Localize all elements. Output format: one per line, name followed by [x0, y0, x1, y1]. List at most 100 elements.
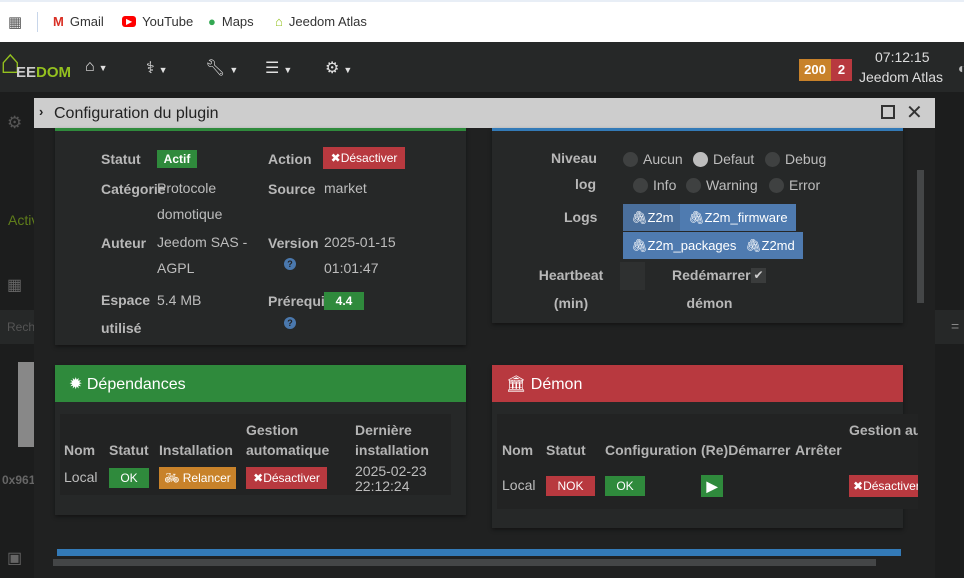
- daemon-status-badge: NOK: [546, 476, 595, 496]
- column-header: Installation: [159, 442, 233, 458]
- home-icon: ⌂: [85, 58, 95, 75]
- start-daemon-button[interactable]: ▶: [701, 475, 723, 497]
- paperclip-icon: 🖇︎: [745, 238, 762, 253]
- action-label: Action: [268, 151, 312, 167]
- heartbeat-input[interactable]: [620, 262, 645, 290]
- log-button-z2m[interactable]: 🖇︎Z2m: [623, 204, 682, 231]
- help-icon[interactable]: ?: [284, 317, 296, 329]
- cog-icon: ✹: [69, 376, 87, 393]
- modal-title: Configuration du plugin: [54, 105, 219, 122]
- column-header: Arrêter: [795, 442, 842, 458]
- close-icon: ✖: [330, 151, 341, 165]
- heartbeat-label: Heartbeat (min): [538, 267, 604, 311]
- device-image: [18, 362, 34, 447]
- wrench-icon: 🔧︎: [205, 60, 226, 77]
- niveau-log-label: Niveau log: [551, 150, 597, 192]
- log-level-defaut[interactable]: Defaut: [693, 151, 754, 167]
- dependencies-panel: ✹ Dépendances Nom Statut Installation Ge…: [55, 365, 466, 515]
- tools-menu[interactable]: 🔧︎ ▼: [205, 58, 238, 78]
- close-icon: ✖: [253, 471, 264, 485]
- log-config-panel: Niveau log Aucun Defaut Debug Info Warni…: [492, 128, 903, 323]
- plugins-menu[interactable]: ☰ ▼: [265, 58, 292, 78]
- column-header: Gestion automatique: [849, 422, 918, 438]
- top-navbar: ⌂ EEDOM ⌂ ▼ ⚕ ▼ 🔧︎ ▼ ☰ ▼ ⚙ ▼ 200 2 07:12:15 J…: [0, 42, 964, 92]
- dep-name: Local: [64, 469, 98, 485]
- bookmark-label: Jeedom Atlas: [288, 14, 367, 29]
- bookmark-jeedom[interactable]: ⌂ Jeedom Atlas: [275, 14, 367, 29]
- plugin-config-modal: › Configuration du plugin ✕ Statut Actif…: [34, 98, 935, 578]
- log-level-info[interactable]: Info: [633, 177, 676, 193]
- auteur-value: Jeedom SAS - AGPL: [157, 234, 248, 276]
- disable-auto-daemon-button[interactable]: ✖Désactiver: [849, 475, 918, 497]
- radio-icon: [633, 178, 648, 193]
- source-label: Source: [268, 181, 316, 197]
- statut-label: Statut: [101, 151, 141, 167]
- log-level-debug[interactable]: Debug: [765, 151, 826, 167]
- column-header: Nom: [64, 442, 96, 458]
- object-icon: ▣: [7, 550, 23, 567]
- help-icon[interactable]: ?: [284, 258, 296, 270]
- home-menu[interactable]: ⌂ ▼: [85, 58, 108, 76]
- horizontal-scrollbar[interactable]: [53, 559, 876, 566]
- categorie-label: Catégorie: [101, 181, 166, 197]
- daemon-panel: 🏛︎ Démon Nom Statut Configuration (Re)Dé…: [492, 365, 918, 528]
- log-level-aucun[interactable]: Aucun: [623, 151, 683, 167]
- column-header: Nom: [502, 442, 534, 458]
- alert-counter[interactable]: 2: [831, 59, 852, 81]
- youtube-icon: ▶: [122, 16, 137, 27]
- relaunch-install-button[interactable]: 🚲︎ Relancer: [159, 467, 236, 489]
- dependencies-header: ✹ Dépendances: [55, 365, 466, 402]
- auteur-label: Auteur: [101, 235, 147, 251]
- gear-icon: ⚙: [7, 113, 23, 132]
- log-button-z2md[interactable]: 🖇︎Z2md: [737, 232, 803, 259]
- user-icon[interactable]: ◐: [958, 60, 964, 76]
- tasks-icon: ☰: [265, 60, 280, 77]
- apps-grid-icon[interactable]: ▦: [8, 13, 22, 31]
- paperclip-icon: 🖇︎: [631, 210, 648, 225]
- bookmark-gmail[interactable]: M Gmail: [53, 14, 104, 29]
- disable-plugin-button[interactable]: ✖Désactiver: [323, 147, 405, 169]
- daemon-header: 🏛︎ Démon: [492, 365, 903, 402]
- gear-icon: ⚙: [325, 60, 340, 77]
- search-input[interactable]: Rech: [0, 310, 35, 344]
- bookmark-maps[interactable]: ● Maps: [208, 14, 254, 29]
- prerequis-label: Prérequis: [268, 293, 328, 309]
- dependencies-table: Nom Statut Installation Gestion automati…: [60, 414, 451, 495]
- bank-icon: 🏛︎: [506, 376, 531, 393]
- jeedom-logo[interactable]: EEDOM: [16, 64, 71, 81]
- device-id: 0x961: [2, 473, 36, 487]
- disable-auto-deps-button[interactable]: ✖Désactiver: [246, 467, 327, 489]
- close-icon: ✖: [853, 479, 864, 493]
- log-button-z2m-firmware[interactable]: 🖇︎Z2m_firmware: [680, 204, 796, 231]
- log-level-warning[interactable]: Warning: [686, 177, 758, 193]
- restart-daemon-checkbox[interactable]: ✔: [751, 268, 766, 283]
- next-panel-border: [57, 549, 901, 556]
- chevron-right-icon[interactable]: ›: [39, 104, 43, 119]
- analysis-menu[interactable]: ⚕ ▼: [146, 58, 168, 78]
- prerequis-badge: 4.4: [324, 292, 364, 310]
- modal-titlebar: › Configuration du plugin ✕: [34, 98, 935, 128]
- vertical-scrollbar[interactable]: [917, 170, 924, 303]
- radio-selected-icon: [693, 152, 708, 167]
- paperclip-icon: 🖇︎: [631, 238, 648, 253]
- version-value: 2025-01-15 01:01:47: [324, 234, 396, 276]
- statut-badge: Actif: [157, 150, 197, 168]
- column-header: Statut: [546, 442, 586, 458]
- log-button-z2m-packages[interactable]: 🖇︎Z2m_packages: [623, 232, 745, 259]
- log-level-error[interactable]: Error: [769, 177, 820, 193]
- list-toggle[interactable]: =: [935, 310, 964, 344]
- instance-name[interactable]: Jeedom Atlas: [859, 69, 943, 85]
- daemon-name: Local: [502, 477, 536, 493]
- close-button[interactable]: ✕: [906, 100, 923, 125]
- bookmarks-bar: ▦ M Gmail ▶ YouTube ● Maps ⌂ Jeedom Atlas: [0, 0, 964, 42]
- bookmark-label: Gmail: [69, 14, 104, 29]
- settings-menu[interactable]: ⚙ ▼: [325, 58, 352, 78]
- column-header: (Re)Démarrer: [701, 442, 791, 458]
- message-counter[interactable]: 200: [799, 59, 831, 81]
- radio-icon: [686, 178, 701, 193]
- espace-value: 5.4 MB: [157, 292, 202, 308]
- maximize-button[interactable]: [881, 105, 895, 119]
- bookmark-youtube[interactable]: ▶ YouTube: [122, 14, 193, 29]
- column-header: Configuration: [605, 442, 697, 458]
- version-label: Version: [268, 235, 319, 251]
